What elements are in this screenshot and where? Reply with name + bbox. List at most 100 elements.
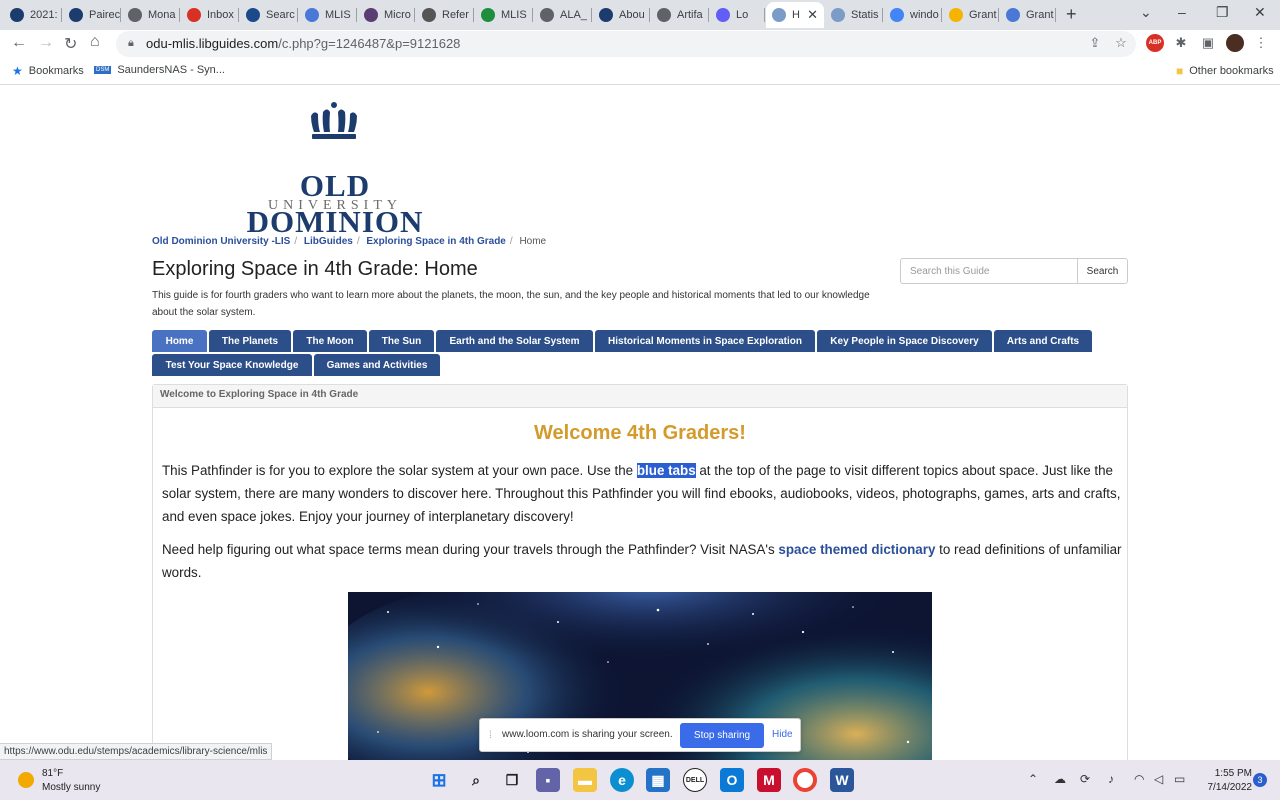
browser-tab[interactable]: Inbox xyxy=(181,2,239,28)
clock-time[interactable]: 1:55 PM xyxy=(1206,768,1252,779)
sun-weather-icon[interactable] xyxy=(18,772,34,788)
welcome-box: Welcome to Exploring Space in 4th Grade … xyxy=(152,384,1128,760)
tab-the-planets[interactable]: The Planets xyxy=(209,330,291,352)
battery-icon[interactable]: ▭ xyxy=(1174,772,1185,786)
tab-separator xyxy=(649,8,650,22)
tab-the-sun[interactable]: The Sun xyxy=(369,330,434,352)
stop-sharing-button[interactable]: Stop sharing xyxy=(680,723,764,748)
chevron-up-icon[interactable]: ⌃ xyxy=(1028,772,1038,786)
clock-date[interactable]: 7/14/2022 xyxy=(1196,782,1253,793)
tab-label: MLIS xyxy=(501,9,527,21)
sync-icon[interactable]: ⟳ xyxy=(1080,772,1090,786)
bookmark-saundersnas[interactable]: DSM SaundersNAS - Syn... xyxy=(94,64,225,76)
browser-tab[interactable]: Lo xyxy=(710,2,765,28)
weather-description[interactable]: Mostly sunny xyxy=(42,782,100,793)
tab-label: Statis xyxy=(851,9,879,21)
search-icon[interactable]: ⌕ xyxy=(464,768,488,792)
new-tab-button[interactable]: + xyxy=(1066,4,1077,25)
forward-icon[interactable]: → xyxy=(38,34,54,52)
home-icon[interactable]: ⌂ xyxy=(90,33,100,51)
tab-games-activities[interactable]: Games and Activities xyxy=(314,354,440,376)
other-bookmarks[interactable]: ■ Other bookmarks xyxy=(1176,64,1274,78)
crown-icon xyxy=(311,102,357,139)
tab-test-knowledge[interactable]: Test Your Space Knowledge xyxy=(152,354,312,376)
microphone-icon[interactable]: ♪ xyxy=(1108,772,1114,786)
tab-separator xyxy=(764,8,765,22)
browser-tab[interactable]: windo xyxy=(884,2,942,28)
profile-avatar[interactable] xyxy=(1226,34,1244,52)
url-domain: odu-mlis.libguides.com xyxy=(146,36,279,51)
bookmark-bookmarks[interactable]: ★ Bookmarks xyxy=(12,64,84,78)
breadcrumb-libguides[interactable]: LibGuides xyxy=(304,236,353,247)
browser-tab[interactable]: MLIS xyxy=(299,2,357,28)
tab-key-people[interactable]: Key People in Space Discovery xyxy=(817,330,992,352)
outlook-icon[interactable]: O xyxy=(720,768,744,792)
nas-icon: DSM xyxy=(94,66,112,74)
onedrive-cloud-icon[interactable]: ☁ xyxy=(1054,772,1066,786)
file-explorer-icon[interactable]: ▬ xyxy=(573,768,597,792)
notification-badge[interactable]: 3 xyxy=(1253,773,1267,787)
tab-home[interactable]: Home xyxy=(152,330,207,352)
reload-icon[interactable]: ↻ xyxy=(64,34,77,54)
minimize-icon[interactable]: – xyxy=(1178,4,1186,20)
lock-icon[interactable]: 🔒︎ xyxy=(128,37,134,50)
cloud-icon xyxy=(831,8,845,22)
browser-tab[interactable]: Mona xyxy=(122,2,180,28)
back-icon[interactable]: ← xyxy=(11,34,27,52)
weather-temperature[interactable]: 81°F xyxy=(42,768,63,779)
restore-icon[interactable]: ❐ xyxy=(1216,4,1229,21)
highlighted-text: blue tabs xyxy=(636,463,696,478)
search-button[interactable]: Search xyxy=(1077,258,1128,284)
breadcrumb-odu-lis[interactable]: Old Dominion University -LIS xyxy=(152,236,290,247)
dell-icon[interactable]: DELL xyxy=(683,768,707,792)
url-text[interactable]: odu-mlis.libguides.com/c.php?g=1246487&p… xyxy=(146,36,460,51)
tab-arts-and-crafts[interactable]: Arts and Crafts xyxy=(994,330,1092,352)
wifi-icon[interactable]: ◠ xyxy=(1134,772,1144,786)
hide-button[interactable]: Hide xyxy=(772,729,793,740)
word-icon[interactable]: W xyxy=(830,768,854,792)
tab-search-chevron-icon[interactable]: ⌄ xyxy=(1140,4,1152,21)
close-tab-icon[interactable]: ✕ xyxy=(807,7,818,23)
tab-historical-moments[interactable]: Historical Moments in Space Exploration xyxy=(595,330,815,352)
side-panel-icon[interactable]: ▣ xyxy=(1199,34,1217,52)
browser-tab[interactable]: Statis xyxy=(825,2,883,28)
volume-muted-icon[interactable]: ◁ xyxy=(1154,772,1163,786)
tab-earth-solar-system[interactable]: Earth and the Solar System xyxy=(436,330,593,352)
breadcrumb: Old Dominion University -LIS / LibGuides /… xyxy=(152,236,547,247)
search-input[interactable] xyxy=(900,258,1078,284)
drag-handle-icon[interactable]: ⁞ xyxy=(489,730,492,741)
extensions-puzzle-icon[interactable]: ✱ xyxy=(1172,34,1190,52)
feather-icon xyxy=(422,8,436,22)
chrome-icon[interactable] xyxy=(793,768,817,792)
browser-tab[interactable]: Micro xyxy=(358,2,415,28)
browser-tab[interactable]: Grant xyxy=(1000,2,1056,28)
mcafee-icon[interactable]: M xyxy=(757,768,781,792)
breadcrumb-guide[interactable]: Exploring Space in 4th Grade xyxy=(366,236,505,247)
browser-tab[interactable]: Abou xyxy=(593,2,650,28)
space-dictionary-link[interactable]: space themed dictionary xyxy=(778,542,935,557)
share-icon[interactable]: ⇪ xyxy=(1086,34,1104,52)
browser-tab[interactable]: Refer xyxy=(416,2,474,28)
bookmark-star-icon[interactable]: ☆ xyxy=(1112,34,1130,52)
browser-tab[interactable]: Searc xyxy=(240,2,298,28)
adblock-icon[interactable]: ABP xyxy=(1146,34,1164,52)
tab-the-moon[interactable]: The Moon xyxy=(293,330,367,352)
page-content: OLD DOMINION UNIVERSITY Old Dominion Uni… xyxy=(0,86,1280,760)
browser-tab[interactable]: Artifa xyxy=(651,2,709,28)
odu-logo[interactable]: OLD DOMINION UNIVERSITY xyxy=(220,102,450,239)
browser-tab[interactable]: Pairec xyxy=(63,2,121,28)
edge-icon[interactable]: e xyxy=(610,768,634,792)
teams-chat-icon[interactable]: ▪ xyxy=(536,768,560,792)
store-icon[interactable]: ▦ xyxy=(646,768,670,792)
browser-tab[interactable]: 2021: xyxy=(4,2,62,28)
browser-tab[interactable]: H ✕ xyxy=(766,2,824,28)
windows-start-icon[interactable]: ⊞ xyxy=(427,768,451,792)
book-icon xyxy=(364,8,378,22)
browser-tab[interactable]: MLIS xyxy=(475,2,533,28)
browser-tab[interactable]: Grant xyxy=(943,2,999,28)
task-view-icon[interactable]: ❐ xyxy=(500,768,524,792)
tab-separator xyxy=(882,8,883,22)
close-window-icon[interactable]: ✕ xyxy=(1254,4,1266,21)
browser-tab[interactable]: ALA_ xyxy=(534,2,592,28)
menu-kebab-icon[interactable]: ⋮ xyxy=(1252,34,1270,52)
